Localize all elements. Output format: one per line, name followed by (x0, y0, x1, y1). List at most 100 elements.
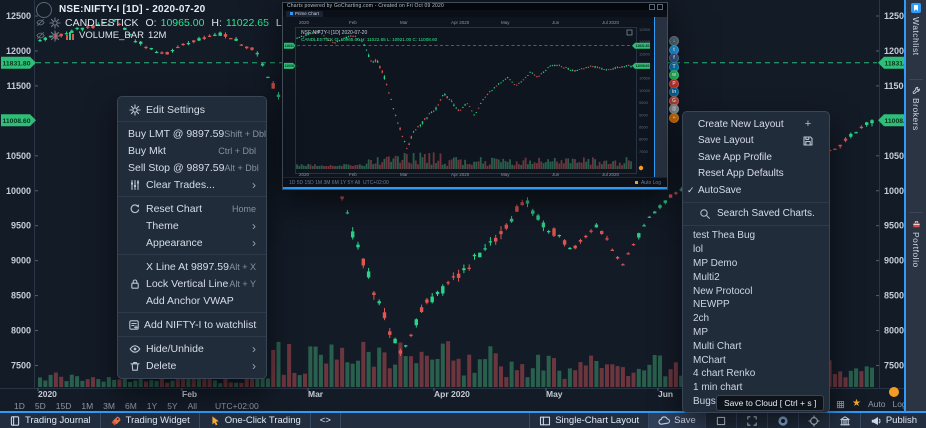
tab-brokers[interactable]: Brokers (906, 86, 926, 131)
context-menu-item-delete[interactable]: Delete› (118, 357, 266, 374)
saved-chart-newpp[interactable]: NEWPP (683, 298, 829, 312)
svg-text:Apr 2020: Apr 2020 (434, 389, 470, 399)
timeframe-5d[interactable]: 5D (35, 401, 46, 411)
svg-text:7500: 7500 (639, 149, 649, 154)
notification-dot[interactable] (889, 387, 899, 397)
trading-journal-button[interactable]: Trading Journal (0, 413, 101, 428)
svg-text:9500: 9500 (11, 221, 31, 231)
saved-chart-new-protocol[interactable]: New Protocol (683, 284, 829, 298)
svg-text:12000: 12000 (6, 46, 31, 56)
context-menu-item-buy-mkt[interactable]: Buy MktCtrl + Dbl (118, 142, 266, 159)
favorite-star-icon[interactable]: ★ (852, 399, 861, 409)
chart-preview-overlay[interactable]: Charts powered by GoCharting.com - Creat… (282, 2, 668, 190)
square-tool-button[interactable] (705, 413, 736, 428)
gear-icon[interactable] (49, 30, 61, 42)
context-menu-item-edit-settings[interactable]: Edit Settings (118, 101, 266, 118)
context-menu-item-theme[interactable]: Theme› (118, 217, 266, 234)
more-share-button[interactable]: + (669, 113, 679, 123)
preview-tab: Prime Chart (286, 11, 323, 17)
timeframe-15d[interactable]: 15D (56, 401, 72, 411)
timeframe-6m[interactable]: 6M (125, 401, 137, 411)
reset-icon (128, 203, 142, 215)
svg-text:Jun: Jun (552, 20, 560, 25)
svg-text:May: May (546, 389, 563, 399)
context-menu-item-x-line-at-9897-59[interactable]: X Line At 9897.59Alt + X (118, 258, 266, 275)
chevron-right-icon: › (252, 180, 256, 190)
timeframe-3m[interactable]: 3M (103, 401, 115, 411)
fullscreen-button[interactable] (736, 413, 767, 428)
save-icon (801, 135, 815, 147)
layout-menu-item-create-new-layout[interactable]: Create New Layout+ (683, 116, 829, 133)
timeframe-buttons: 1D 5D 15D 1M 3M 6M 1Y 5Y All (14, 401, 197, 411)
saved-chart-test-thea-bug[interactable]: test Thea Bug (683, 229, 829, 243)
context-menu-item-buy-lmt-9897-59[interactable]: Buy LMT @ 9897.59Shift + Dbl (118, 125, 266, 142)
context-menu-item-reset-chart[interactable]: Reset ChartHome (118, 200, 266, 217)
preview-sidebar-strip (654, 17, 667, 177)
svg-text:9000: 9000 (11, 256, 31, 266)
gear-icon[interactable] (49, 17, 61, 29)
square-icon (715, 415, 727, 427)
saved-chart-multi-chart[interactable]: Multi Chart (683, 339, 829, 353)
saved-chart-lol[interactable]: lol (683, 243, 829, 257)
code-button[interactable]: <> (311, 413, 341, 428)
timeframe-1d[interactable]: 1D (14, 401, 25, 411)
svg-text:8500: 8500 (11, 291, 31, 301)
timeframe-1y[interactable]: 1Y (147, 401, 157, 411)
svg-text:NSE:NIFTY-I [1D] 2020-07-20: NSE:NIFTY-I [1D] 2020-07-20 (301, 30, 367, 36)
saved-chart-1-min-chart[interactable]: 1 min chart (683, 381, 829, 395)
target-button[interactable] (798, 413, 829, 428)
search-saved-charts[interactable]: Search Saved Charts. (683, 206, 829, 223)
single-chart-layout-button[interactable]: Single-Chart Layout (529, 413, 648, 428)
tab-portfolio[interactable]: Portfolio (906, 220, 926, 268)
timeframe-all[interactable]: All (188, 401, 197, 411)
timezone-label[interactable]: UTC+02:00 (215, 401, 259, 411)
context-menu-item-add-nifty-i-to-watchlist[interactable]: Add NIFTY-I to watchlist (118, 316, 266, 333)
auto-scale-toggle[interactable]: Auto (868, 399, 886, 409)
saved-chart-mchart[interactable]: MChart (683, 353, 829, 367)
layout-menu-item-autosave[interactable]: ✓AutoSave (683, 182, 829, 199)
check-icon: ✓ (687, 185, 696, 196)
saved-chart-mp[interactable]: MP (683, 326, 829, 340)
saved-chart-2ch[interactable]: 2ch (683, 312, 829, 326)
saved-chart-4-chart-renko[interactable]: 4 chart Renko (683, 367, 829, 381)
context-menu-item-hide-unhide[interactable]: Hide/Unhide› (118, 340, 266, 357)
context-menu-item-appearance[interactable]: Appearance› (118, 234, 266, 251)
save-button[interactable]: Save (648, 413, 705, 428)
context-menu-item-clear-trades[interactable]: Clear Trades...› (118, 176, 266, 193)
svg-text:8500: 8500 (639, 125, 649, 130)
context-menu-item-add-anchor-vwap[interactable]: Add Anchor VWAP (118, 292, 266, 309)
context-menu-item-sell-stop-9897-59[interactable]: Sell Stop @ 9897.59Alt + Dbl (118, 159, 266, 176)
layout-menu-item-save-app-profile[interactable]: Save App Profile (683, 149, 829, 166)
tab-watchlist[interactable]: Watchlist (906, 2, 926, 56)
snapshot-button[interactable] (767, 413, 798, 428)
bank-button[interactable] (829, 413, 860, 428)
grid-icon[interactable] (836, 400, 845, 409)
timeframe-5y[interactable]: 5Y (167, 401, 177, 411)
svg-text:7500: 7500 (11, 361, 31, 371)
svg-text:9500: 9500 (639, 100, 649, 105)
eye-off-icon[interactable] (36, 31, 45, 40)
publish-button[interactable]: Publish (860, 413, 926, 428)
svg-text:11500: 11500 (6, 81, 31, 91)
timeframe-1m[interactable]: 1M (81, 401, 93, 411)
layout-menu-item-save-layout[interactable]: Save Layout (683, 133, 829, 150)
divider (909, 79, 923, 80)
svg-text:11008.60: 11008.60 (636, 64, 650, 68)
trading-widget-button[interactable]: Trading Widget (101, 413, 200, 428)
divider (909, 212, 923, 213)
preview-title: Charts powered by GoCharting.com - Creat… (287, 3, 444, 10)
one-click-trading-button[interactable]: One-Click Trading (200, 413, 311, 428)
svg-text:Jul 2020: Jul 2020 (602, 20, 620, 25)
layout-menu-item-reset-app-defaults[interactable]: Reset App Defaults (683, 166, 829, 183)
wrench-icon (912, 86, 921, 95)
saved-chart-multi2[interactable]: Multi2 (683, 270, 829, 284)
menu-divider (118, 336, 266, 337)
active-chart-border-right (904, 0, 906, 411)
saved-chart-mp-demo[interactable]: MP Demo (683, 257, 829, 271)
expand-icon (746, 415, 758, 427)
svg-text:8000: 8000 (884, 326, 904, 336)
context-menu-item-lock-vertical-line[interactable]: Lock Vertical LineAlt + Y (118, 275, 266, 292)
eye-off-icon[interactable] (36, 18, 45, 27)
chevron-right-icon: › (252, 361, 256, 371)
chart-zoom-icon[interactable] (36, 2, 52, 18)
